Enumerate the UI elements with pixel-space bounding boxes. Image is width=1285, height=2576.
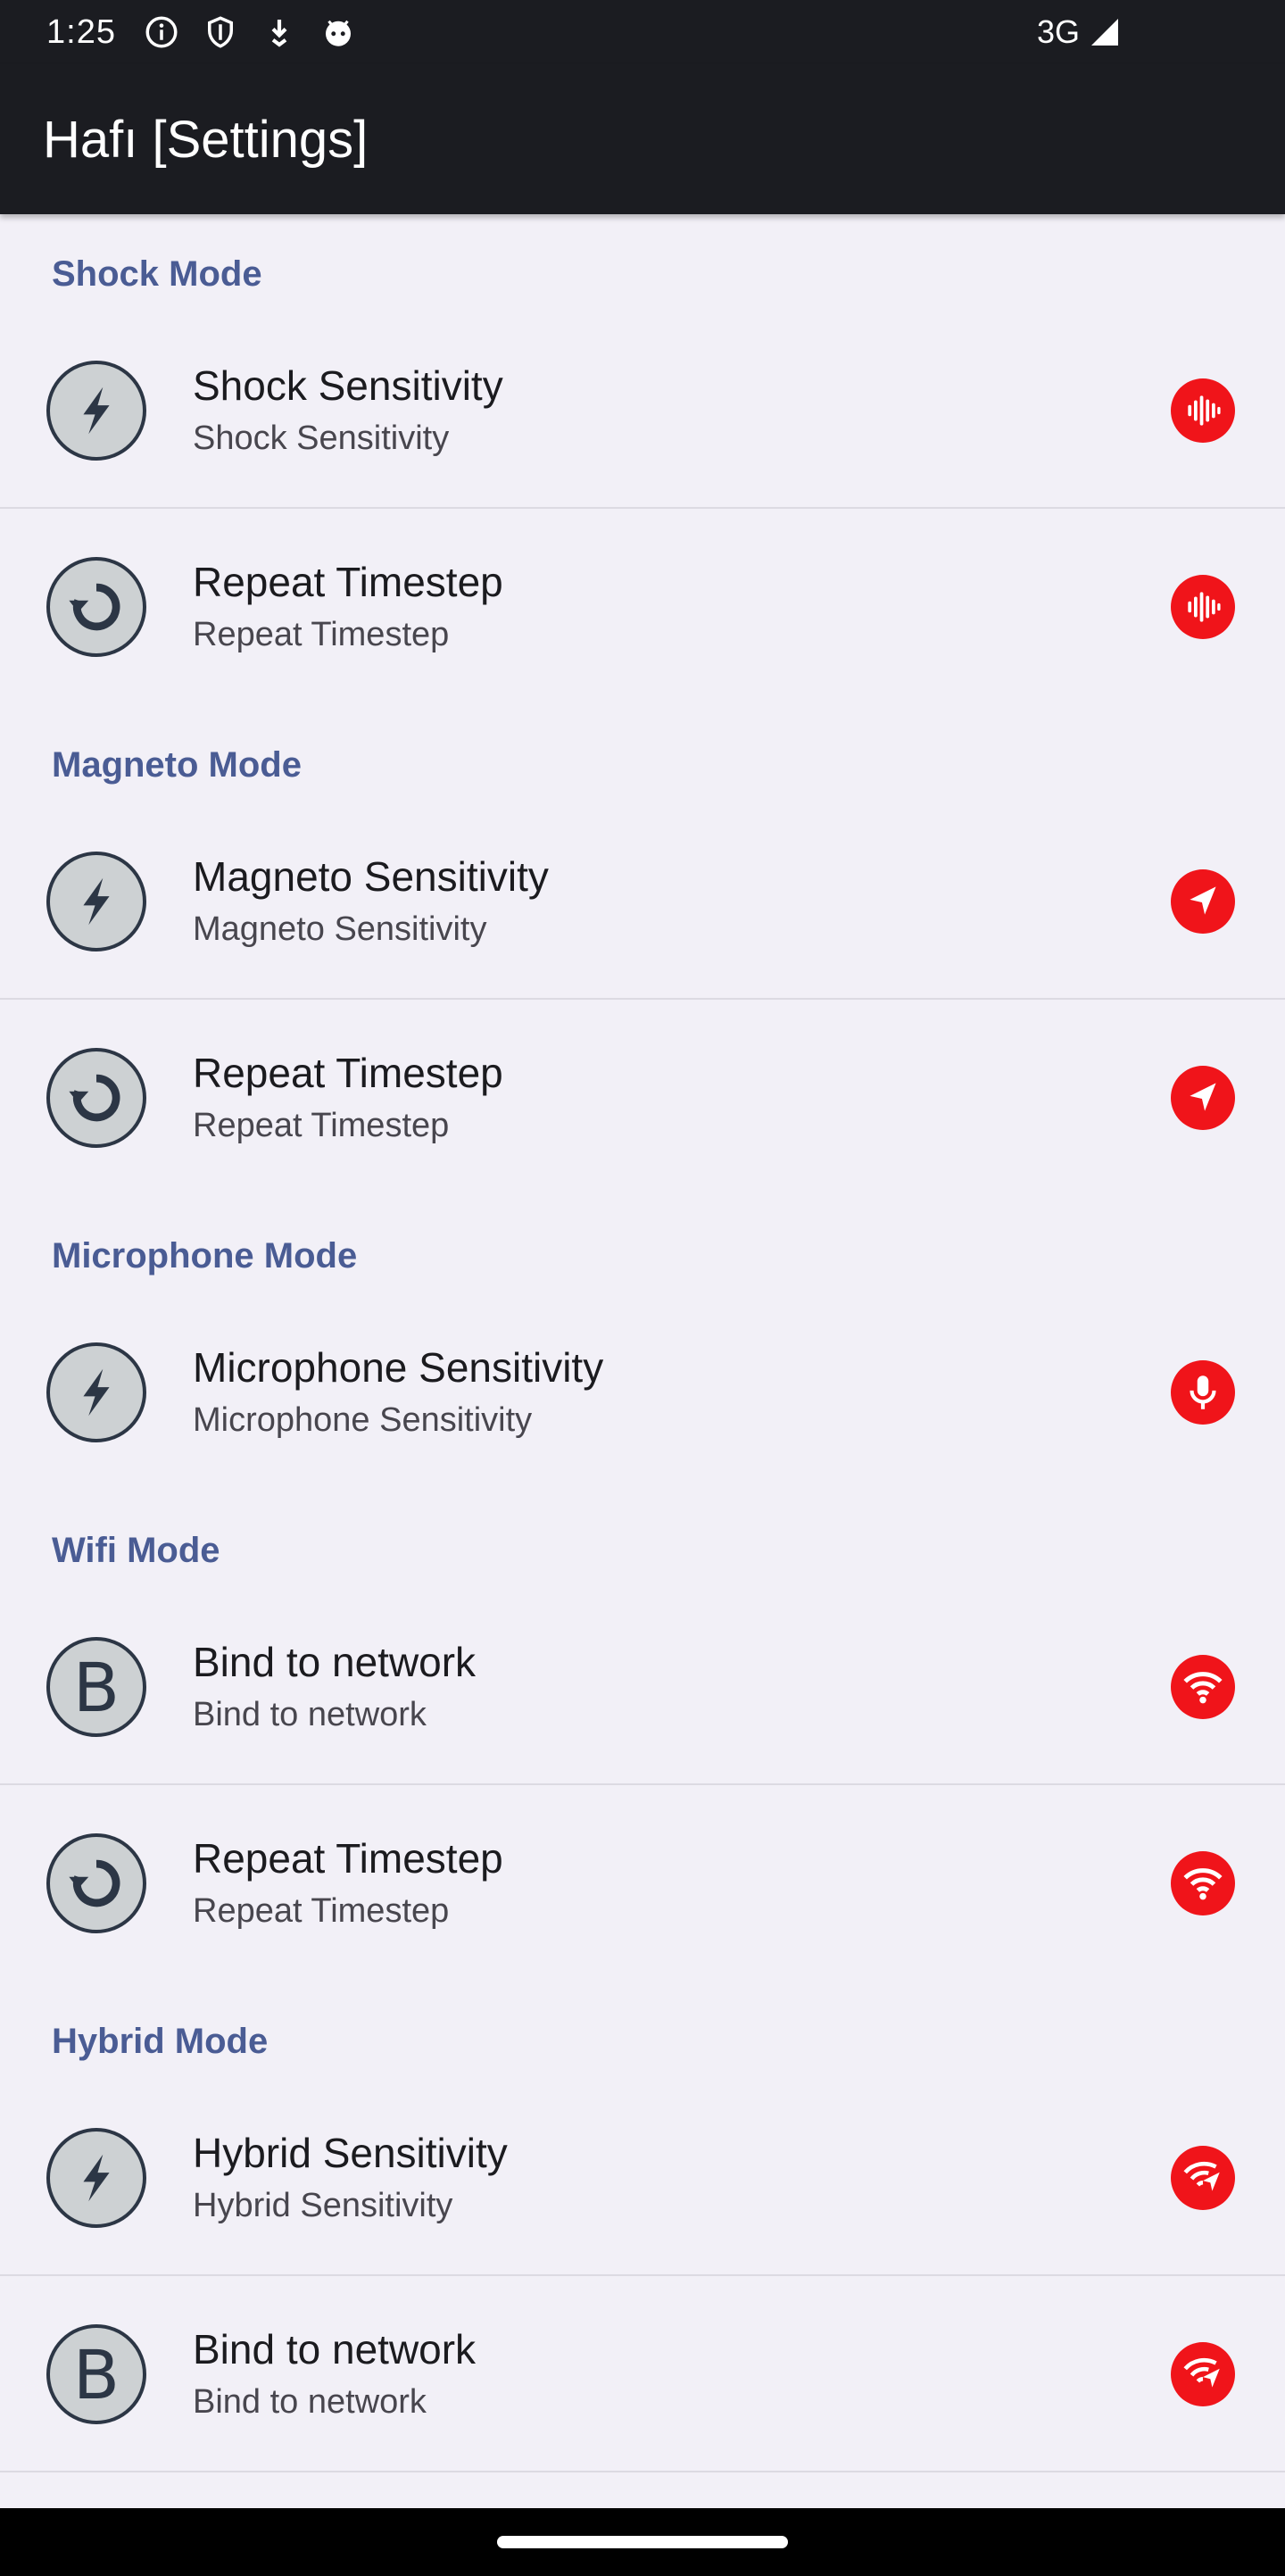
status-right: 3G: [1037, 13, 1123, 51]
setting-subtitle: Magneto Sensitivity: [193, 910, 487, 949]
download-icon: [261, 13, 298, 51]
setting-title: Repeat Timestep: [193, 1050, 503, 1097]
setting-text: Repeat Timestep Repeat Timestep: [193, 556, 1171, 657]
setting-subtitle: Microphone Sensitivity: [193, 1401, 533, 1440]
setting-hybrid-sensitivity[interactable]: Hybrid Sensitivity Hybrid Sensitivity: [0, 2080, 1285, 2276]
setting-shock-sensitivity[interactable]: Shock Sensitivity Shock Sensitivity: [0, 312, 1285, 509]
letter-b-icon: B: [46, 1637, 146, 1737]
repeat-icon: [46, 1833, 146, 1933]
setting-microphone-sensitivity[interactable]: Microphone Sensitivity Microphone Sensit…: [0, 1294, 1285, 1491]
setting-title: Microphone Sensitivity: [193, 1344, 604, 1392]
vibration-icon: [1171, 378, 1235, 443]
section-header-microphone-mode: Microphone Mode: [52, 1236, 358, 1276]
settings-list: Shock Mode Shock Sensitivity Shock Sensi…: [0, 214, 1285, 2508]
setting-wifi-repeat-timestep[interactable]: Repeat Timestep Repeat Timestep: [0, 1785, 1285, 1982]
setting-text: Repeat Timestep Repeat Timestep: [193, 1832, 1171, 1933]
setting-magneto-sensitivity[interactable]: Magneto Sensitivity Magneto Sensitivity: [0, 803, 1285, 1000]
microphone-icon: [1171, 1360, 1235, 1425]
setting-title: Magneto Sensitivity: [193, 853, 549, 901]
status-notification-icons: [143, 13, 357, 51]
setting-subtitle: Repeat Timestep: [193, 1892, 450, 1931]
icon-letter: B: [72, 1647, 120, 1727]
status-time: 1:25: [46, 12, 116, 51]
setting-subtitle: Hybrid Sensitivity: [193, 2187, 453, 2225]
wifi-icon: [1171, 1851, 1235, 1915]
setting-subtitle: Shock Sensitivity: [193, 420, 450, 458]
wifi-navigation-icon: [1171, 2146, 1235, 2210]
android-face-icon: [319, 13, 357, 51]
letter-b-icon: B: [46, 2324, 146, 2424]
setting-text: Microphone Sensitivity Microphone Sensit…: [193, 1342, 1171, 1442]
setting-text: Repeat Timestep Repeat Timestep: [193, 1047, 1171, 1148]
icon-letter: B: [72, 2334, 120, 2414]
section-header-magneto-mode: Magneto Mode: [52, 745, 302, 785]
shield-icon: [202, 13, 239, 51]
navigation-icon: [1171, 1066, 1235, 1130]
setting-shock-repeat-timestep[interactable]: Repeat Timestep Repeat Timestep: [0, 509, 1285, 705]
repeat-icon: [46, 557, 146, 657]
setting-text: Hybrid Sensitivity Hybrid Sensitivity: [193, 2127, 1171, 2228]
navigation-bar: [0, 2508, 1285, 2576]
section-header-wifi-mode: Wifi Mode: [52, 1531, 220, 1570]
page-title: Hafı [Settings]: [43, 110, 369, 169]
setting-text: Bind to network Bind to network: [193, 2323, 1171, 2424]
setting-title: Bind to network: [193, 2326, 477, 2373]
setting-subtitle: Repeat Timestep: [193, 616, 450, 654]
setting-wifi-bind-to-network[interactable]: B Bind to network Bind to network: [0, 1589, 1285, 1785]
navigation-icon: [1171, 869, 1235, 934]
setting-title: Bind to network: [193, 1639, 477, 1686]
home-gesture-handle[interactable]: [497, 2536, 788, 2548]
bolt-icon: [46, 2128, 146, 2228]
app-bar: Hafı [Settings]: [0, 64, 1285, 214]
status-bar: 1:25 3G: [0, 0, 1285, 64]
section-header-shock-mode: Shock Mode: [52, 254, 262, 294]
network-type: 3G: [1036, 13, 1080, 50]
setting-text: Magneto Sensitivity Magneto Sensitivity: [193, 851, 1171, 951]
setting-title: Shock Sensitivity: [193, 362, 503, 410]
setting-subtitle: Bind to network: [193, 2383, 427, 2422]
setting-subtitle: Bind to network: [193, 1696, 427, 1734]
section-header-hybrid-mode: Hybrid Mode: [52, 2022, 269, 2061]
setting-title: Repeat Timestep: [193, 1835, 503, 1882]
wifi-navigation-icon: [1171, 2342, 1235, 2406]
bolt-icon: [46, 1342, 146, 1442]
wifi-icon: [1171, 1655, 1235, 1719]
signal-icon: [1087, 14, 1123, 50]
info-icon: [143, 13, 180, 51]
setting-text: Shock Sensitivity Shock Sensitivity: [193, 360, 1171, 461]
bolt-icon: [46, 361, 146, 461]
vibration-icon: [1171, 575, 1235, 639]
setting-hybrid-bind-to-network[interactable]: B Bind to network Bind to network: [0, 2276, 1285, 2472]
setting-title: Repeat Timestep: [193, 559, 503, 606]
repeat-icon: [46, 1048, 146, 1148]
bolt-icon: [46, 852, 146, 951]
setting-subtitle: Repeat Timestep: [193, 1107, 450, 1145]
setting-text: Bind to network Bind to network: [193, 1636, 1171, 1737]
setting-magneto-repeat-timestep[interactable]: Repeat Timestep Repeat Timestep: [0, 1000, 1285, 1196]
setting-title: Hybrid Sensitivity: [193, 2130, 508, 2177]
